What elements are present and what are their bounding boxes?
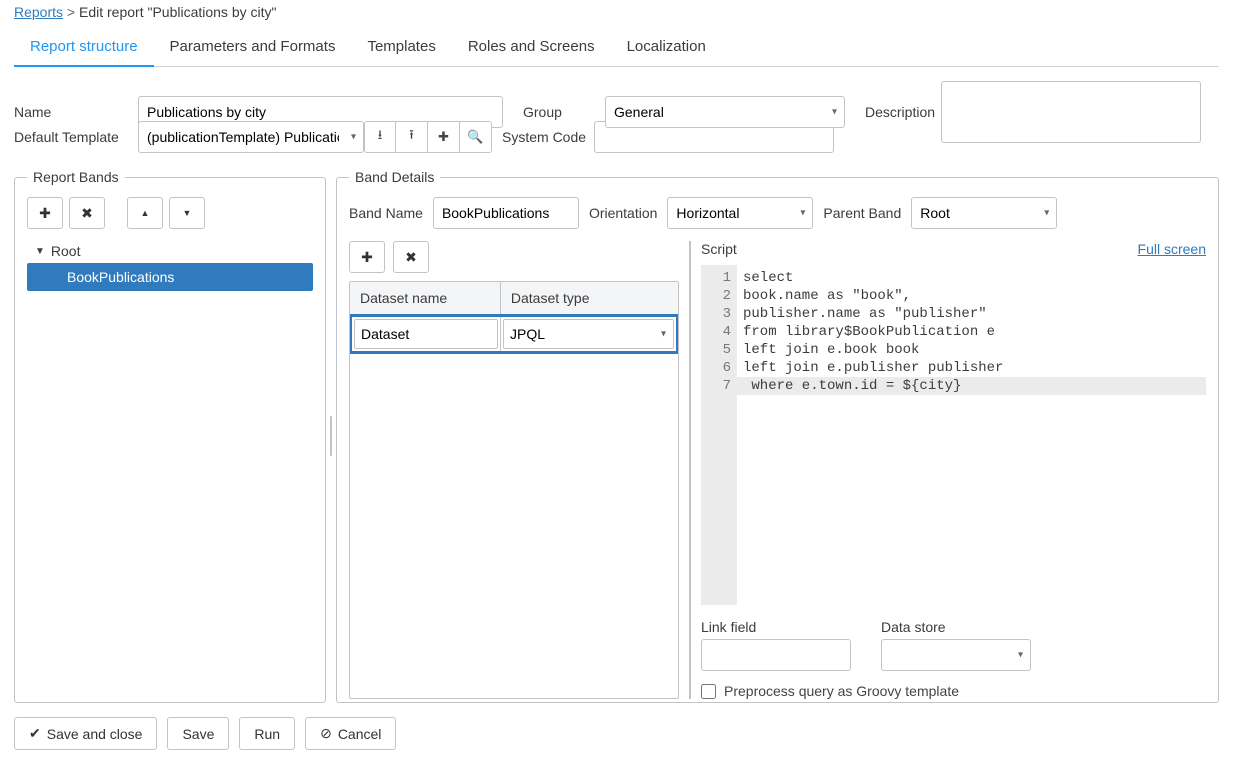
group-select[interactable] xyxy=(605,96,845,128)
tree-root-item[interactable]: ▼ Root xyxy=(27,239,313,263)
tree-item-bookpublications[interactable]: BookPublications xyxy=(27,263,313,291)
default-template-label: Default Template xyxy=(14,129,132,145)
parent-band-label: Parent Band xyxy=(823,205,901,221)
band-add-button[interactable]: ✚ xyxy=(27,197,63,229)
upload-icon: ⭱ xyxy=(409,126,414,148)
breadcrumb: Reports > Edit report "Publications by c… xyxy=(14,0,1219,28)
preprocess-checkbox[interactable] xyxy=(701,684,716,699)
tabs: Report structure Parameters and Formats … xyxy=(14,28,1219,67)
tab-parameters-formats[interactable]: Parameters and Formats xyxy=(154,28,352,66)
run-button[interactable]: Run xyxy=(239,717,295,750)
band-details-legend: Band Details xyxy=(349,169,440,185)
dataset-type-select[interactable] xyxy=(503,319,674,349)
save-button[interactable]: Save xyxy=(167,717,229,750)
dataset-add-button[interactable]: ✚ xyxy=(349,241,385,273)
description-textarea[interactable] xyxy=(941,81,1201,143)
cancel-button[interactable]: ⊘ Cancel xyxy=(305,717,396,750)
download-icon: ⭳ xyxy=(378,126,383,148)
dataset-name-input[interactable] xyxy=(354,319,498,349)
plus-icon: ✚ xyxy=(361,249,373,266)
band-name-label: Band Name xyxy=(349,205,423,221)
tree-root-label: Root xyxy=(51,243,81,259)
dataset-name-header: Dataset name xyxy=(350,282,501,314)
data-store-label: Data store xyxy=(881,619,1031,635)
parent-band-select[interactable] xyxy=(911,197,1057,229)
band-move-up-button[interactable]: ▲ xyxy=(127,197,163,229)
tab-report-structure[interactable]: Report structure xyxy=(14,28,154,67)
splitter-handle[interactable] xyxy=(326,169,336,703)
tab-roles-screens[interactable]: Roles and Screens xyxy=(452,28,611,66)
band-move-down-button[interactable]: ▼ xyxy=(169,197,205,229)
code-body[interactable]: select book.name as "book", publisher.na… xyxy=(737,265,1206,605)
times-icon: ✖ xyxy=(405,249,417,266)
template-icon-buttons: ⭳ ⭱ ✚ 🔍 xyxy=(364,121,492,153)
tab-localization[interactable]: Localization xyxy=(611,28,722,66)
check-icon: ✔ xyxy=(29,725,41,742)
save-and-close-button[interactable]: ✔ Save and close xyxy=(14,717,157,750)
template-add-button[interactable]: ✚ xyxy=(428,121,460,153)
script-label: Script xyxy=(701,241,737,257)
band-remove-button[interactable]: ✖ xyxy=(69,197,105,229)
template-upload-button[interactable]: ⭱ xyxy=(396,121,428,153)
band-name-input[interactable] xyxy=(433,197,579,229)
times-icon: ✖ xyxy=(81,205,93,222)
breadcrumb-root-link[interactable]: Reports xyxy=(14,4,63,20)
link-field-input[interactable] xyxy=(701,639,851,671)
ban-icon: ⊘ xyxy=(320,725,332,742)
orientation-label: Orientation xyxy=(589,205,657,221)
default-template-select[interactable] xyxy=(138,121,364,153)
code-gutter: 1234567 xyxy=(701,265,737,605)
template-download-button[interactable]: ⭳ xyxy=(364,121,396,153)
orientation-select[interactable] xyxy=(667,197,813,229)
plus-icon: ✚ xyxy=(438,129,449,145)
system-code-label: System Code xyxy=(502,129,588,145)
tab-templates[interactable]: Templates xyxy=(351,28,451,66)
data-store-select[interactable] xyxy=(881,639,1031,671)
script-editor[interactable]: 1234567 select book.name as "book", publ… xyxy=(701,265,1206,605)
breadcrumb-separator: > xyxy=(67,4,79,20)
report-bands-fieldset: Report Bands ✚ ✖ ▲ ▼ ▼ Root BookPublicat… xyxy=(14,169,326,703)
dataset-type-header: Dataset type xyxy=(501,282,678,314)
plus-icon: ✚ xyxy=(39,205,51,222)
group-label: Group xyxy=(523,104,599,120)
tree-caret-icon: ▼ xyxy=(35,246,45,257)
description-label: Description xyxy=(865,104,935,120)
band-details-fieldset: Band Details Band Name Orientation ▾ Par… xyxy=(336,169,1219,703)
caret-up-icon: ▲ xyxy=(141,208,150,218)
dataset-remove-button[interactable]: ✖ xyxy=(393,241,429,273)
caret-down-icon: ▼ xyxy=(183,208,192,218)
preprocess-label: Preprocess query as Groovy template xyxy=(724,683,959,699)
name-label: Name xyxy=(14,104,132,120)
dataset-row[interactable]: ▾ xyxy=(349,314,679,354)
dataset-table: Dataset name Dataset type xyxy=(349,281,679,699)
search-icon: 🔍 xyxy=(467,129,483,145)
link-field-label: Link field xyxy=(701,619,851,635)
breadcrumb-current: Edit report "Publications by city" xyxy=(79,4,276,20)
template-search-button[interactable]: 🔍 xyxy=(460,121,492,153)
report-bands-legend: Report Bands xyxy=(27,169,125,185)
full-screen-link[interactable]: Full screen xyxy=(1138,241,1206,257)
bands-tree: ▼ Root BookPublications xyxy=(27,239,313,291)
